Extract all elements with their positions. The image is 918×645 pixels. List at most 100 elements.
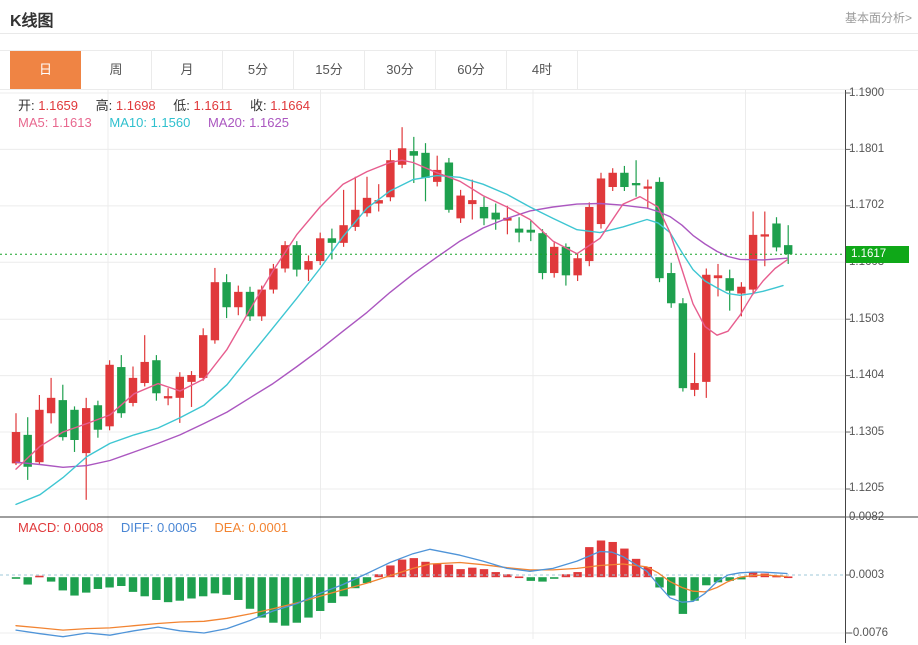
candle — [82, 398, 90, 500]
candle — [644, 180, 652, 208]
macd-bar — [527, 577, 535, 581]
page-header: K线图 基本面分析> — [0, 0, 918, 34]
price-tick-1: 1.1801 — [849, 143, 915, 156]
diff-label: DIFF: — [121, 520, 154, 535]
candle — [726, 270, 734, 311]
candle — [573, 254, 581, 281]
candle — [152, 355, 160, 401]
candle — [12, 413, 20, 465]
kline-chart[interactable]: 开: 1.1659 高: 1.1698 低: 1.1611 收: 1.1664 … — [0, 88, 918, 645]
candle — [480, 197, 488, 225]
price-tick-0: 1.1900 — [849, 87, 915, 100]
candle — [655, 177, 663, 282]
candle — [737, 282, 745, 316]
tab-interval-4[interactable]: 15分 — [294, 51, 365, 89]
page-title: K线图 — [10, 7, 54, 31]
ma10-value: 1.1560 — [151, 115, 191, 130]
tab-interval-3[interactable]: 5分 — [223, 51, 294, 89]
price-tick-7: 1.1205 — [849, 482, 915, 495]
dea-value: 0.0001 — [248, 520, 288, 535]
candle — [410, 137, 418, 183]
tab-interval-5[interactable]: 30分 — [365, 51, 436, 89]
candle — [749, 212, 757, 294]
macd-bar — [269, 577, 277, 623]
tab-interval-1[interactable]: 周 — [81, 51, 152, 89]
candle — [304, 255, 312, 281]
candle — [141, 335, 149, 386]
macd-tick-1: 0.0003 — [849, 569, 915, 582]
candle — [129, 366, 137, 406]
macd-bar — [468, 568, 476, 578]
ohlc-readout: 开: 1.1659 高: 1.1698 低: 1.1611 收: 1.1664 — [18, 95, 324, 114]
ma20-label: MA20: — [208, 115, 246, 130]
current-price-badge: 1.1617 — [846, 246, 909, 263]
candle — [667, 263, 675, 308]
diff-value: 0.0005 — [157, 520, 197, 535]
candle — [105, 360, 113, 430]
tab-interval-2[interactable]: 月 — [152, 51, 223, 89]
macd-bar — [281, 577, 289, 625]
macd-tick-0: 0.0082 — [849, 511, 915, 524]
candle — [222, 274, 230, 318]
candle — [176, 372, 184, 423]
ma5-value: 1.1613 — [52, 115, 92, 130]
macd-bar — [456, 569, 464, 577]
macd-bar — [620, 549, 628, 578]
candle — [316, 233, 324, 265]
low-value: 1.1611 — [194, 98, 233, 113]
macd-bar — [702, 577, 710, 585]
close-label: 收: — [250, 98, 267, 113]
macd-bar — [59, 577, 67, 590]
candle — [597, 173, 605, 229]
candle — [468, 180, 476, 220]
macd-bar — [538, 577, 546, 581]
macd-bar — [47, 577, 55, 581]
candle — [515, 217, 523, 242]
macd-bar — [234, 577, 242, 600]
tab-interval-6[interactable]: 60分 — [436, 51, 507, 89]
candle — [234, 286, 242, 316]
interval-tabstrip: 日周月5分15分30分60分4时 — [0, 50, 918, 90]
macd-bar — [176, 577, 184, 600]
macd-bar — [164, 577, 172, 602]
candle — [679, 298, 687, 391]
candle — [761, 212, 769, 267]
candle — [328, 229, 336, 260]
macd-bar — [480, 569, 488, 577]
candle — [269, 264, 277, 294]
macd-bar — [187, 577, 195, 598]
candle — [632, 160, 640, 196]
candle — [211, 268, 219, 344]
tab-interval-0[interactable]: 日 — [10, 51, 81, 89]
high-value: 1.1698 — [116, 98, 156, 113]
macd-bar — [70, 577, 78, 595]
macd-bar — [679, 577, 687, 614]
candle — [35, 395, 43, 465]
candle — [187, 371, 195, 407]
macd-bar — [94, 577, 102, 589]
tab-interval-7[interactable]: 4时 — [507, 51, 578, 89]
open-value: 1.1659 — [38, 98, 78, 113]
macd-bar — [515, 576, 523, 578]
macd-bar — [293, 577, 301, 623]
candle — [339, 190, 347, 247]
macd-bar — [82, 577, 90, 592]
macd-bar — [12, 577, 20, 579]
candle — [445, 158, 453, 213]
candle — [47, 378, 55, 424]
macd-bar — [632, 559, 640, 577]
fundamental-analysis-link[interactable]: 基本面分析> — [845, 9, 912, 26]
ma-readout: MA5: 1.1613 MA10: 1.1560 MA20: 1.1625 — [18, 115, 303, 130]
ma5-label: MA5: — [18, 115, 48, 130]
price-tick-5: 1.1404 — [849, 369, 915, 382]
candle — [550, 242, 558, 277]
macd-value: 0.0008 — [64, 520, 104, 535]
low-label: 低: — [173, 98, 190, 113]
macd-bar — [117, 577, 125, 586]
candle — [199, 328, 207, 380]
macd-bar — [152, 577, 160, 600]
chart-canvas[interactable] — [0, 88, 918, 645]
price-tick-4: 1.1503 — [849, 313, 915, 326]
candle — [620, 166, 628, 191]
macd-readout: MACD: 0.0008 DIFF: 0.0005 DEA: 0.0001 — [18, 520, 302, 535]
